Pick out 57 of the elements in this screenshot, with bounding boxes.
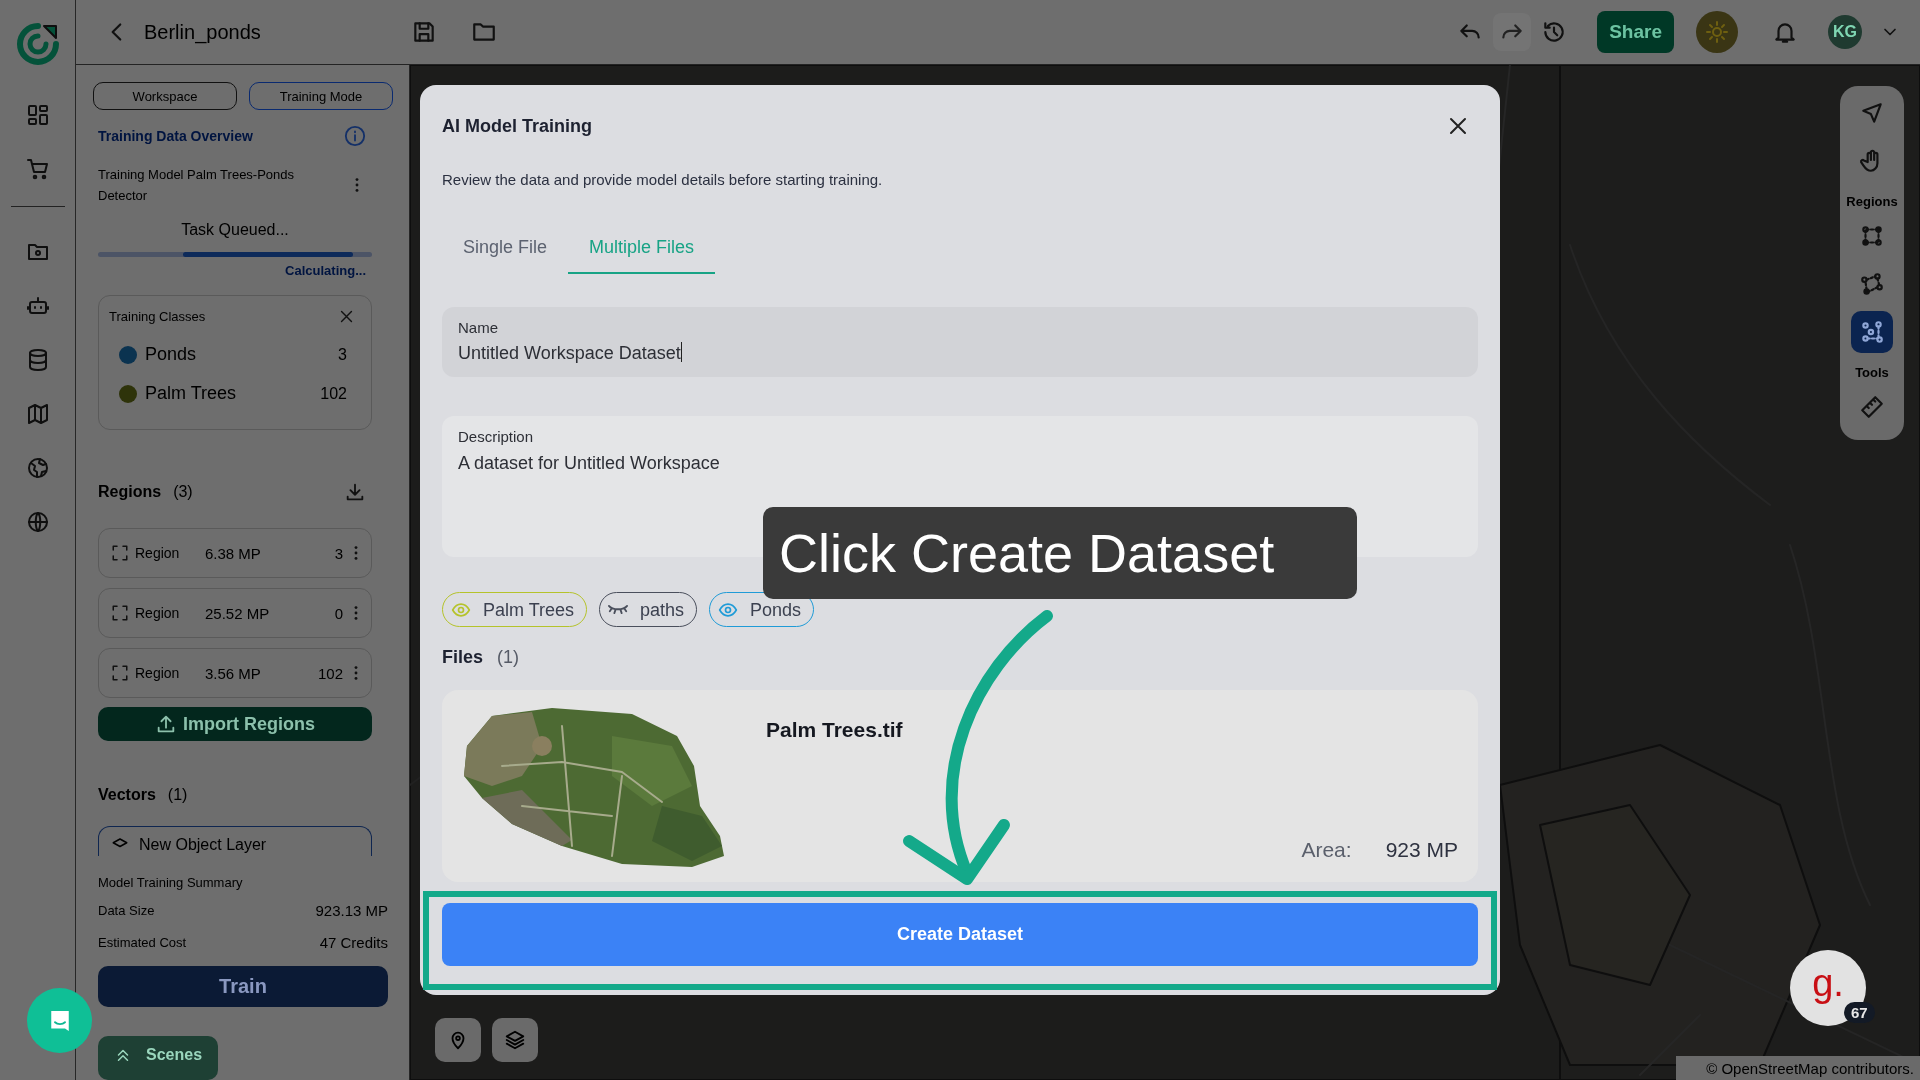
region-item[interactable]: Region 25.52 MP 0 (98, 588, 372, 638)
class-count: 102 (320, 384, 347, 403)
region-item[interactable]: Region 6.38 MP 3 (98, 528, 372, 578)
more-icon[interactable] (353, 604, 359, 622)
section-count: (1) (167, 786, 188, 804)
card-title: Training Classes (109, 309, 207, 324)
region-item[interactable]: Region 3.56 MP 102 (98, 648, 372, 698)
region-label: Region (135, 545, 181, 561)
frame-icon (111, 604, 129, 622)
info-icon[interactable] (344, 125, 366, 147)
summary-value: 47 Credits (319, 933, 388, 951)
project-title: Berlin_ponds (144, 20, 261, 44)
progress-note: Calculating... (284, 263, 366, 279)
summary-value: 923.13 MP (315, 901, 388, 919)
class-name: Ponds (145, 344, 198, 365)
user-avatar[interactable]: KG (1828, 15, 1862, 49)
class-name: Palm Trees (145, 383, 238, 404)
cart-icon[interactable] (25, 157, 50, 181)
summary-title: Model Training Summary (98, 874, 244, 892)
train-button[interactable]: Train (98, 966, 388, 1007)
class-count: 3 (338, 345, 347, 364)
earth-icon[interactable] (25, 456, 50, 480)
summary-label: Estimated Cost (98, 934, 187, 950)
vector-layer-item[interactable]: New Object Layer (98, 826, 372, 856)
upload-icon (155, 713, 177, 735)
share-button[interactable]: Share (1597, 11, 1674, 53)
model-name: Training Model Palm Trees-Ponds Detector (98, 166, 296, 205)
mode-tab[interactable]: Workspace (93, 82, 237, 110)
region-count: 102 (317, 664, 343, 682)
scenes-button[interactable]: Scenes (98, 1036, 218, 1080)
theme-button[interactable] (1696, 11, 1738, 53)
dashboard-icon[interactable] (25, 103, 50, 127)
region-label: Region (135, 665, 181, 681)
section-title: Regions (98, 483, 162, 501)
logo-icon[interactable] (15, 22, 60, 66)
region-size: 25.52 MP (205, 604, 271, 622)
more-icon[interactable] (354, 176, 360, 194)
section-title: Training Data Overview (98, 128, 253, 144)
frame-icon (111, 544, 129, 562)
more-icon[interactable] (353, 664, 359, 682)
sun-icon (1705, 20, 1729, 44)
mode-tab[interactable]: Training Mode (249, 82, 393, 110)
region-size: 3.56 MP (205, 664, 262, 682)
section-title: Vectors (98, 786, 156, 804)
download-icon[interactable] (344, 481, 366, 503)
region-label: Region (135, 605, 181, 621)
globe-icon[interactable] (25, 510, 50, 534)
import-regions-button[interactable]: Import Regions (98, 707, 372, 741)
more-icon[interactable] (353, 544, 359, 562)
task-status: Task Queued... (180, 220, 290, 240)
frame-icon (111, 664, 129, 682)
map-icon[interactable] (25, 402, 50, 426)
section-count: (3) (173, 483, 193, 501)
region-count: 3 (334, 544, 343, 562)
summary-label: Data Size (98, 902, 155, 918)
region-size: 6.38 MP (205, 544, 262, 562)
region-count: 0 (334, 604, 343, 622)
